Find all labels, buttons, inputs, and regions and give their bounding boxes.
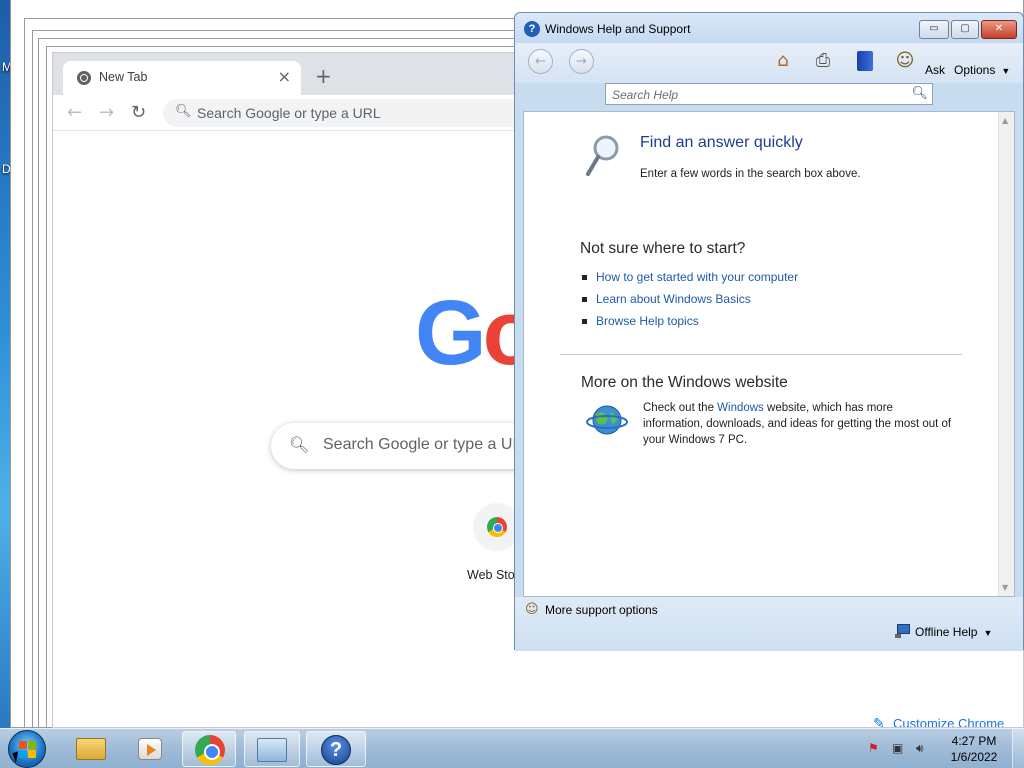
chrome-icon: [195, 735, 225, 765]
search-box-placeholder: Search Google or type a URL: [323, 436, 533, 453]
link-windows-basics[interactable]: Learn about Windows Basics: [580, 292, 798, 314]
minimize-button[interactable]: ▭: [919, 20, 949, 39]
start-links-list: How to get started with your computer Le…: [580, 270, 798, 336]
start-section-title: Not sure where to start?: [580, 240, 746, 257]
chevron-down-icon: ▼: [983, 628, 993, 638]
web-store-icon: [487, 517, 507, 537]
magnifier-icon: [586, 135, 619, 176]
customize-chrome-button[interactable]: ✎ Customize Chrome: [871, 715, 1005, 728]
taskbar-help-and-support[interactable]: ?: [306, 731, 366, 767]
chevron-down-icon: ▼: [1001, 66, 1011, 76]
link-get-started[interactable]: How to get started with your computer: [580, 270, 798, 292]
close-tab-icon[interactable]: ×: [278, 67, 291, 86]
more-description: Check out the Windows website, which has…: [643, 402, 952, 446]
more-section-title: More on the Windows website: [581, 374, 788, 391]
tab-title: New Tab: [99, 70, 148, 84]
control-panel-icon: [257, 738, 287, 762]
search-help-placeholder: Search Help: [612, 88, 679, 102]
taskbar: ? ⚑ ▣ 🔊︎ 4:27 PM 1/6/2022: [0, 728, 1024, 768]
help-content-pane: Find an answer quickly Enter a few words…: [523, 111, 1015, 597]
maximize-button[interactable]: ▢: [951, 20, 979, 39]
search-icon: 🔍︎: [289, 435, 310, 454]
search-icon[interactable]: 🔍︎: [911, 86, 928, 101]
search-help-input[interactable]: Search Help 🔍︎: [605, 83, 933, 105]
globe-icon: [586, 405, 628, 435]
offline-help-menu[interactable]: Offline Help ▼: [915, 625, 992, 639]
show-desktop-button[interactable]: [1012, 729, 1024, 768]
home-icon[interactable]: ⌂: [771, 49, 795, 73]
taskbar-media-center[interactable]: [124, 731, 178, 767]
folder-icon: [76, 738, 106, 760]
network-icon[interactable]: ▣: [892, 741, 903, 755]
title-bar[interactable]: ? Windows Help and Support ▭ ▢ ✕: [515, 13, 1023, 43]
ask-icon[interactable]: ☺: [893, 49, 917, 73]
scroll-down-icon[interactable]: ▼: [1002, 583, 1008, 592]
browse-help-icon[interactable]: [853, 49, 877, 73]
divider: [560, 354, 962, 355]
chrome-favicon-icon: [77, 71, 91, 85]
notification-area: ⚑ ▣ 🔊︎: [862, 735, 942, 761]
find-answer-title: Find an answer quickly: [640, 134, 803, 151]
clock[interactable]: 4:27 PM 1/6/2022: [940, 733, 1008, 765]
help-icon: ?: [524, 21, 540, 37]
help-toolbar: ← → ⌂ ⎙ ☺ Ask Options ▼: [515, 43, 1023, 83]
support-people-icon: ☺: [525, 602, 539, 617]
options-label: Options: [954, 63, 996, 77]
clock-date: 1/6/2022: [950, 750, 998, 764]
tab-new-tab[interactable]: New Tab ×: [63, 61, 301, 95]
options-menu[interactable]: Options ▼: [954, 63, 1010, 77]
help-icon: ?: [321, 735, 351, 765]
taskbar-control-panel[interactable]: [244, 731, 300, 767]
link-browse-help-topics[interactable]: Browse Help topics: [580, 314, 798, 336]
taskbar-google-chrome[interactable]: [182, 731, 236, 767]
customize-chrome-label: Customize Chrome: [893, 716, 1005, 728]
start-button[interactable]: [8, 730, 46, 768]
help-and-support-window: ? Windows Help and Support ▭ ▢ ✕ ← → ⌂ ⎙…: [514, 12, 1024, 651]
print-icon[interactable]: ⎙: [811, 49, 835, 73]
back-button[interactable]: ←: [67, 102, 82, 123]
offline-help-icon: [895, 624, 911, 638]
scroll-up-icon[interactable]: ▲: [1002, 116, 1008, 125]
new-tab-button[interactable]: +: [315, 64, 332, 88]
windows-logo-icon: [19, 741, 37, 759]
find-answer-subtitle: Enter a few words in the search box abov…: [640, 168, 861, 180]
window-title: Windows Help and Support: [545, 22, 691, 36]
close-button[interactable]: ✕: [981, 20, 1017, 39]
volume-icon[interactable]: 🔊︎: [916, 741, 924, 756]
pencil-icon: ✎: [873, 715, 885, 728]
forward-button[interactable]: →: [99, 102, 114, 123]
taskbar-windows-explorer[interactable]: [64, 731, 118, 767]
windows-website-link[interactable]: Windows: [717, 402, 764, 414]
back-icon[interactable]: ←: [528, 49, 553, 74]
search-icon: 🔍︎: [175, 104, 192, 119]
help-footer: ☺ More support options Offline Help ▼: [515, 597, 1023, 651]
media-player-icon: [138, 738, 162, 760]
forward-icon[interactable]: →: [569, 49, 594, 74]
ask-button[interactable]: Ask: [925, 63, 945, 77]
vertical-scrollbar[interactable]: ▲ ▼: [998, 112, 1014, 596]
reload-button[interactable]: ↻: [131, 102, 146, 123]
more-support-options-link[interactable]: More support options: [545, 603, 658, 617]
clock-time: 4:27 PM: [951, 734, 997, 748]
action-center-flag-icon[interactable]: ⚑: [868, 741, 879, 755]
address-bar-placeholder: Search Google or type a URL: [197, 105, 381, 121]
